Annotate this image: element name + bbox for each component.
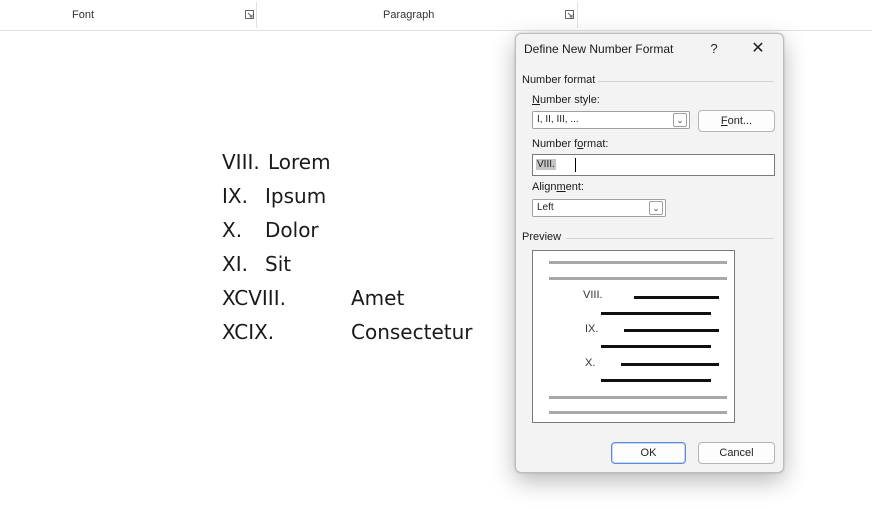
preview-text-line: [621, 363, 719, 366]
preview-number: VIII.: [583, 289, 603, 301]
preview-section-label: Preview: [522, 231, 562, 243]
preview-line: [549, 261, 727, 264]
list-number: XCVIII.: [222, 286, 286, 310]
number-style-dropdown[interactable]: I, II, III, ... ⌄: [532, 111, 690, 129]
list-number: XI.: [222, 252, 248, 276]
alignment-dropdown[interactable]: Left ⌄: [532, 199, 666, 217]
list-number: IX.: [222, 184, 248, 208]
close-icon[interactable]: ✕: [746, 39, 770, 59]
paragraph-dialog-launcher-icon[interactable]: [565, 10, 574, 19]
preview-line: [549, 411, 727, 414]
preview-text-line: [601, 345, 711, 348]
ribbon-separator: [577, 2, 578, 28]
number-format-value: VIII.: [536, 159, 556, 170]
preview-text-line: [624, 329, 719, 332]
number-style-value: I, II, III, ...: [537, 114, 579, 125]
format-preview: VIII. IX. X.: [532, 250, 735, 423]
chevron-down-icon[interactable]: ⌄: [673, 113, 687, 127]
list-text: Sit: [265, 252, 292, 276]
list-text: Consectetur: [351, 320, 473, 344]
list-text: Lorem: [268, 150, 331, 174]
number-format-label: Number format:: [532, 138, 609, 150]
section-divider: [566, 238, 774, 239]
list-text: Amet: [351, 286, 405, 310]
number-format-input[interactable]: VIII.: [532, 154, 775, 176]
ribbon-group-font-label: Font: [72, 9, 95, 21]
help-button[interactable]: ?: [704, 39, 724, 59]
cancel-button[interactable]: Cancel: [698, 442, 775, 464]
chevron-down-icon[interactable]: ⌄: [649, 201, 663, 215]
font-dialog-launcher-icon[interactable]: [245, 10, 254, 19]
define-number-format-dialog: Define New Number Format ? ✕ Number form…: [515, 33, 784, 473]
number-style-label: Number style:: [532, 94, 600, 106]
preview-number: X.: [585, 357, 596, 369]
list-text: Ipsum: [265, 184, 327, 208]
preview-number: IX.: [585, 323, 599, 335]
ribbon-group-bar: Font Paragraph: [0, 0, 872, 31]
alignment-label: Alignment:: [532, 181, 584, 193]
list-number: VIII.: [222, 150, 260, 174]
section-divider: [598, 81, 774, 82]
list-text: Dolor: [265, 218, 319, 242]
preview-text-line: [601, 379, 711, 382]
dialog-title: Define New Number Format: [524, 42, 674, 56]
preview-text-line: [634, 296, 719, 299]
preview-text-line: [601, 312, 711, 315]
text-caret: [575, 158, 576, 172]
preview-line: [549, 396, 727, 399]
list-number: X.: [222, 218, 243, 242]
ok-button[interactable]: OK: [611, 442, 686, 464]
number-format-section-label: Number format: [522, 74, 596, 86]
alignment-value: Left: [537, 202, 554, 213]
font-button[interactable]: Font...: [698, 110, 775, 132]
ribbon-separator: [256, 2, 257, 28]
ribbon-group-paragraph-label: Paragraph: [383, 9, 435, 21]
preview-line: [549, 277, 727, 280]
list-number: XCIX.: [222, 320, 275, 344]
